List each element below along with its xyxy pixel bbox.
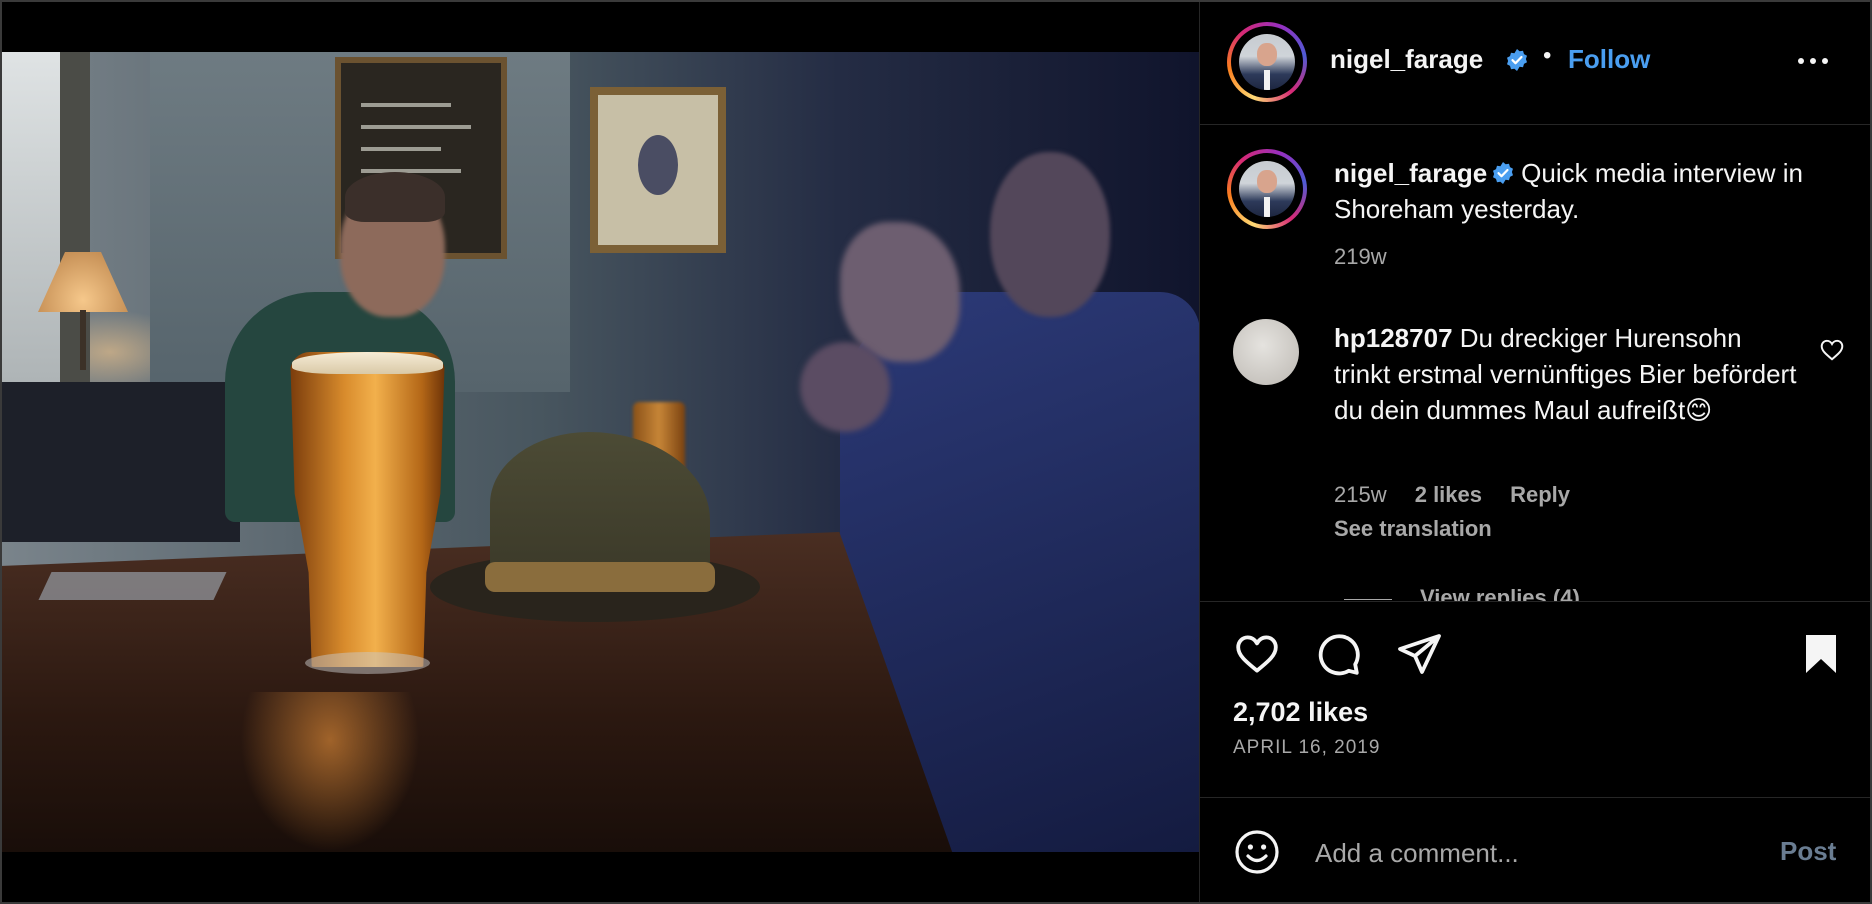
- photo-window: [0, 52, 60, 382]
- emoji-smile-icon[interactable]: [1233, 828, 1281, 876]
- comments-list[interactable]: nigel_farage Quick media interview in Sh…: [1200, 125, 1872, 601]
- view-replies-button[interactable]: View replies (4): [1344, 585, 1580, 601]
- follow-button[interactable]: Follow: [1568, 44, 1650, 75]
- photo-pint-glass: [290, 352, 445, 667]
- comment-heart-icon[interactable]: [1819, 337, 1845, 363]
- comment-meta: 215w 2 likes Reply: [1334, 482, 1592, 508]
- avatar-photo: [1239, 34, 1295, 90]
- more-options-icon[interactable]: [1798, 58, 1834, 68]
- chalk-line: [361, 147, 441, 151]
- photo-lamp-stem: [80, 310, 86, 370]
- reply-button[interactable]: Reply: [1510, 482, 1570, 507]
- comment-input[interactable]: [1313, 832, 1757, 874]
- post-sidebar: nigel_farage • Follow nigel_farage Quick…: [1199, 0, 1872, 904]
- post-media: [0, 0, 1199, 904]
- post-date[interactable]: APRIL 16, 2019: [1233, 737, 1380, 759]
- commenter-avatar[interactable]: [1233, 319, 1299, 385]
- divider: [1200, 797, 1872, 798]
- photo-wall-frame: [590, 87, 726, 253]
- chalk-line: [361, 103, 451, 107]
- avatar-ring-gap: [1231, 153, 1303, 225]
- paper-plane-icon[interactable]: [1395, 630, 1443, 678]
- caption-timestamp[interactable]: 219w: [1334, 244, 1387, 270]
- divider: [1200, 601, 1872, 602]
- comment-body: hp128707 Du dreckiger Hurensohn trinkt e…: [1334, 320, 1804, 428]
- comment-likes[interactable]: 2 likes: [1415, 482, 1482, 507]
- view-replies-label: View replies (4): [1420, 585, 1580, 601]
- verified-badge-icon: [1493, 162, 1514, 184]
- photo-coaster: [38, 572, 227, 600]
- comment-timestamp[interactable]: 215w: [1334, 482, 1387, 507]
- photo-person-right-hand: [840, 222, 960, 362]
- photo-person-right-head: [990, 152, 1110, 317]
- photo-person-right-hand-2: [800, 342, 890, 432]
- more-dot: [1810, 58, 1816, 64]
- heart-icon[interactable]: [1233, 630, 1281, 678]
- avatar-photo: [1239, 161, 1295, 217]
- author-avatar[interactable]: [1227, 22, 1307, 102]
- photo-bench: [0, 382, 240, 542]
- separator-dot: •: [1543, 42, 1552, 69]
- verified-badge-icon: [1507, 49, 1527, 71]
- photo-table-reflection: [240, 692, 420, 852]
- commenter-username[interactable]: hp128707: [1334, 323, 1453, 353]
- comment-bubble-icon[interactable]: [1314, 630, 1362, 678]
- photo-pint-foam: [292, 352, 443, 374]
- more-dot: [1822, 58, 1828, 64]
- view-replies-line: [1344, 598, 1392, 600]
- photo-hat-band: [485, 562, 715, 592]
- see-translation-link[interactable]: See translation: [1334, 516, 1492, 542]
- post-photo: [0, 52, 1199, 852]
- avatar-ring-gap: [1231, 26, 1303, 98]
- chalk-line: [361, 125, 471, 129]
- author-username[interactable]: nigel_farage: [1330, 44, 1483, 75]
- post-caption: nigel_farage Quick media interview in Sh…: [1334, 155, 1824, 227]
- bookmark-icon[interactable]: [1797, 630, 1845, 678]
- post-comment-button[interactable]: Post: [1780, 836, 1836, 867]
- photo-pint-base: [305, 652, 430, 674]
- likes-count[interactable]: 2,702 likes: [1233, 697, 1368, 728]
- photo-person-left-hair: [345, 172, 445, 222]
- caption-username[interactable]: nigel_farage: [1334, 158, 1487, 188]
- more-dot: [1798, 58, 1804, 64]
- caption-author-avatar[interactable]: [1227, 149, 1307, 229]
